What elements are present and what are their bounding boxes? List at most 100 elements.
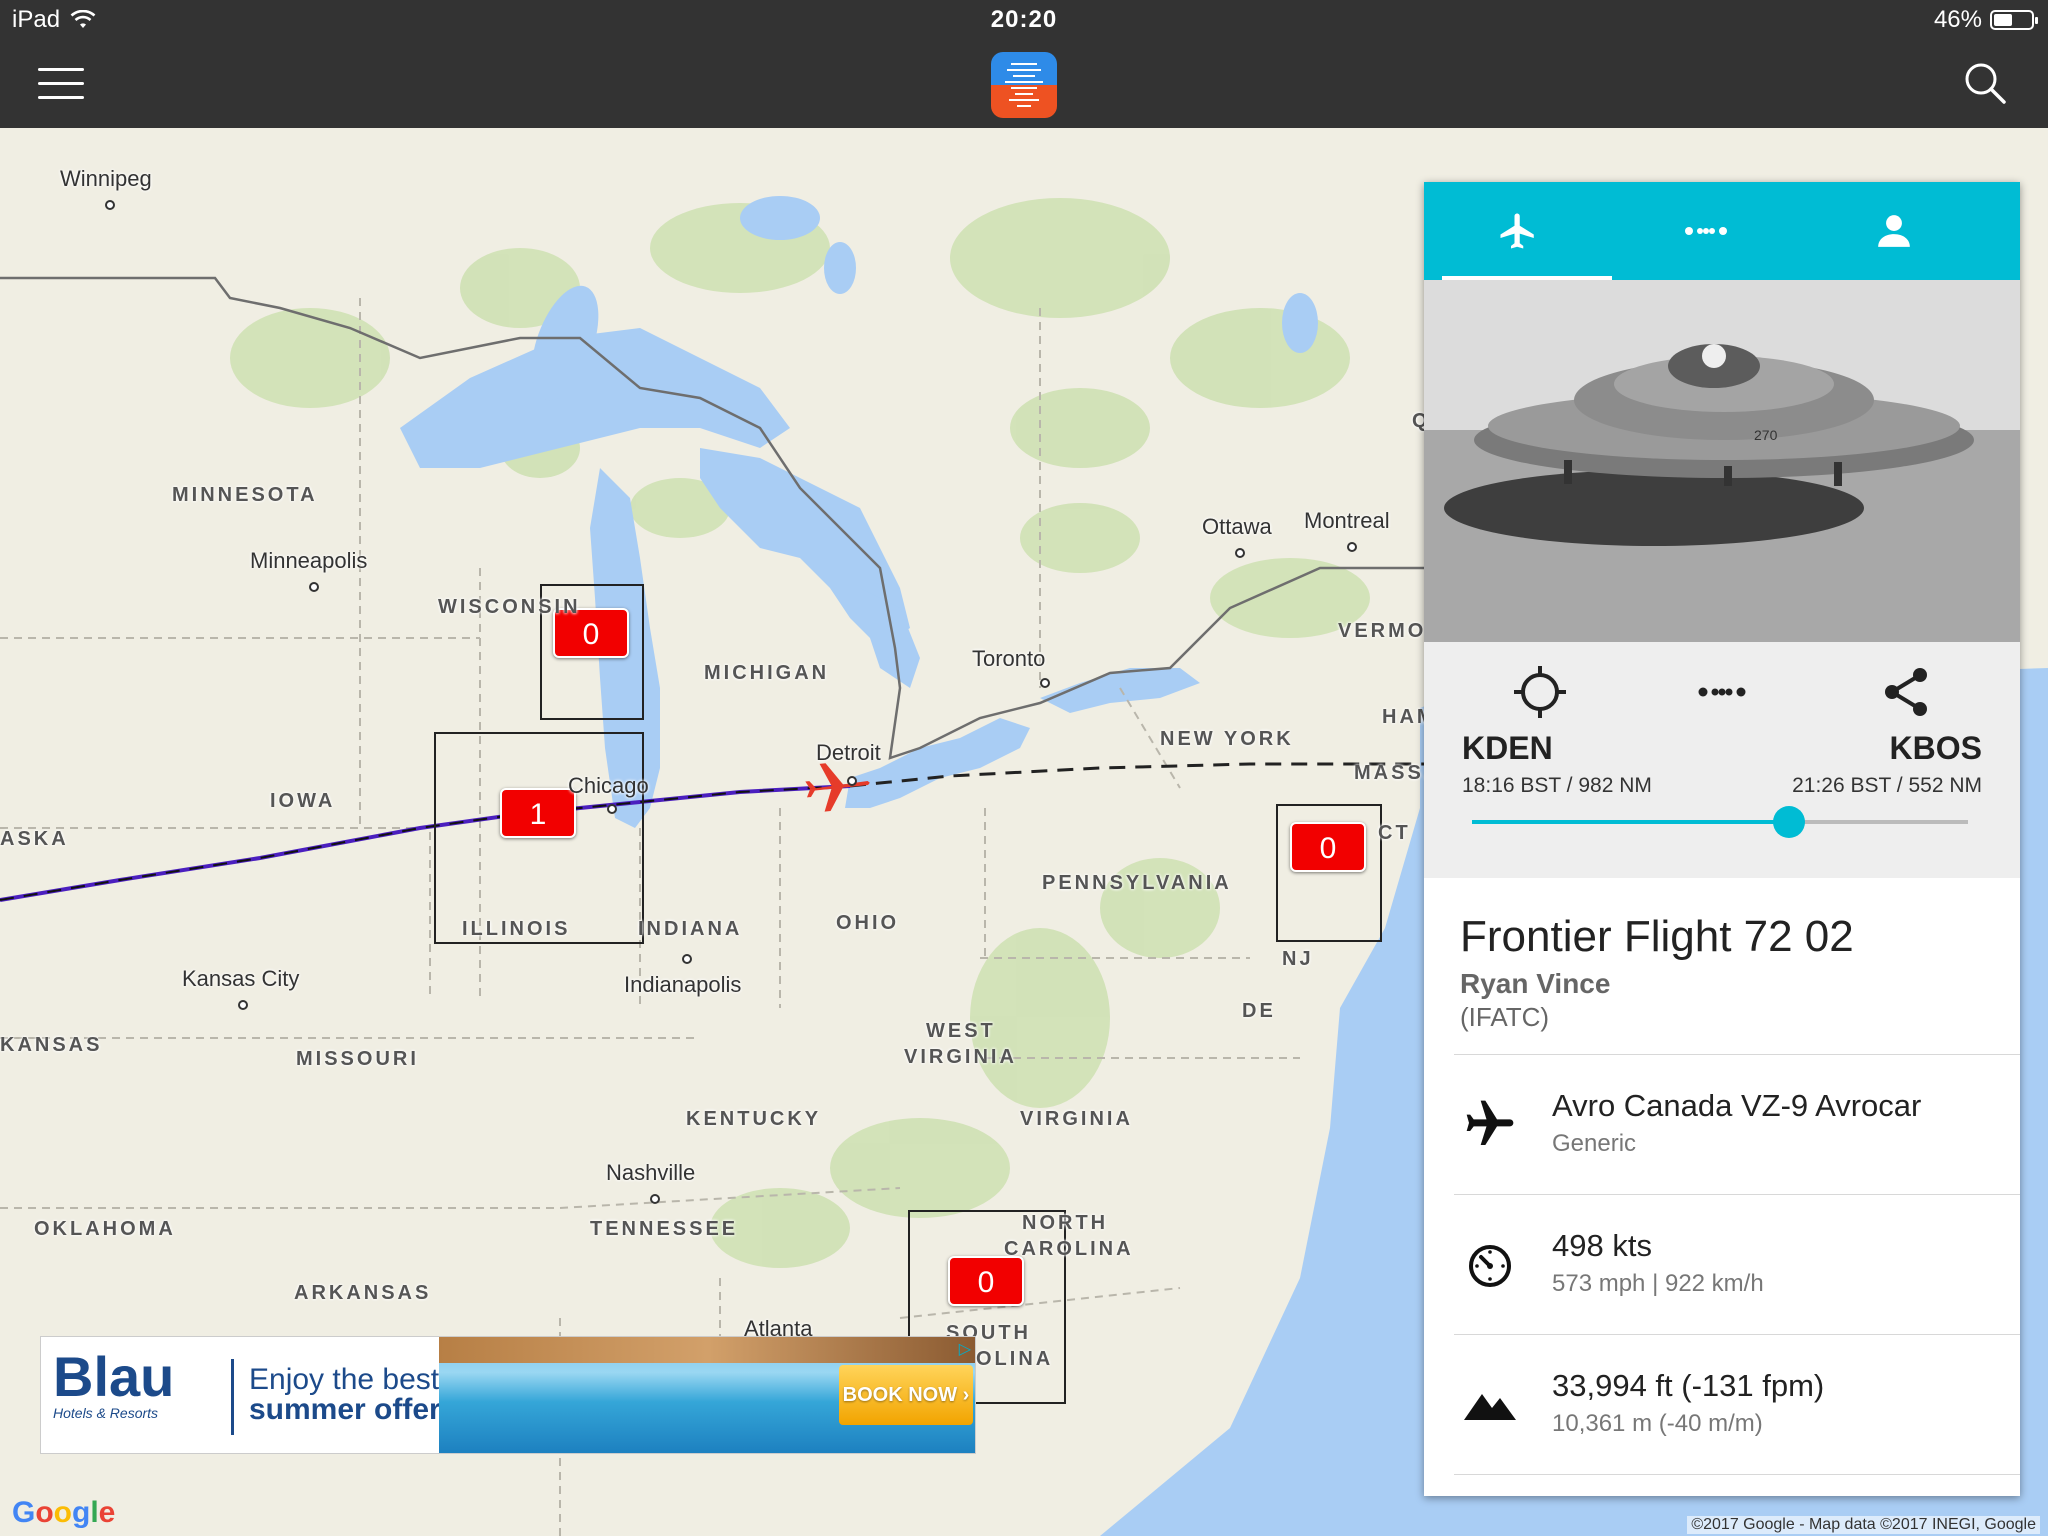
battery-icon: [1990, 10, 2038, 30]
city-marker: [105, 200, 115, 210]
svg-text:270: 270: [1754, 427, 1778, 443]
state-label: WISCONSIN: [438, 596, 581, 618]
ad-brand-name: Blau: [53, 1345, 175, 1408]
state-label: INDIANA: [638, 918, 743, 940]
destination-info: 21:26 BST / 552 NM: [1792, 774, 1982, 797]
city-label: Nashville: [606, 1160, 696, 1185]
origin-info: 18:16 BST / 982 NM: [1462, 774, 1652, 797]
region-count-badge[interactable]: 0: [1290, 822, 1366, 872]
state-label: IOWA: [270, 790, 336, 812]
state-label: VIRGINIA: [1020, 1108, 1133, 1130]
ad-banner[interactable]: Blau Hotels & Resorts Enjoy the best sum…: [40, 1336, 976, 1454]
city-label: Toronto: [972, 646, 1046, 671]
ad-separator: [231, 1359, 234, 1435]
divider: [1454, 1194, 2020, 1195]
city-label: Ottawa: [1202, 514, 1272, 539]
ad-tagline: Enjoy the best summer offers!: [249, 1365, 467, 1425]
region-count-badge[interactable]: 0: [948, 1256, 1024, 1306]
city-marker: [1235, 548, 1245, 558]
city-label: Kansas City: [182, 966, 300, 991]
flight-progress-track: [1472, 806, 1968, 838]
state-label: PENNSYLVANIA: [1042, 872, 1232, 894]
flight-detail-panel: 270 KDEN 18:16 BST / 982 NM KBOS 21:26 B…: [1424, 182, 2020, 1496]
destination-code: KBOS: [1889, 730, 1982, 766]
locate-button[interactable]: [1510, 662, 1570, 722]
speed-row-icon: [1460, 1234, 1520, 1294]
state-label: ASKA: [0, 828, 69, 850]
crosshair-icon: [1514, 666, 1566, 718]
speed-alt-units: 573 mph | 922 km/h: [1552, 1270, 1764, 1297]
altitude-m: 10,361 m (-40 m/m): [1552, 1410, 1763, 1437]
divider: [1454, 1054, 2020, 1055]
city-label: Montreal: [1304, 508, 1390, 533]
status-time: 20:20: [990, 6, 1058, 33]
pilot-name: Ryan Vince: [1460, 968, 1611, 999]
altitude-ft: 33,994 ft (-131 fpm): [1552, 1368, 1825, 1403]
route-icon: [1685, 227, 1727, 235]
speedometer-icon: [1469, 1245, 1511, 1287]
city-marker: [650, 1194, 660, 1204]
flight-name: Frontier Flight 72 02: [1460, 912, 1854, 961]
panel-tabs: [1424, 182, 2020, 280]
state-label: OLINA: [976, 1348, 1054, 1370]
region-count-badge[interactable]: 1: [500, 788, 576, 838]
app-bar: [0, 40, 2048, 128]
city-marker: [847, 776, 857, 786]
city-marker: [309, 582, 319, 592]
aircraft-row-icon: [1460, 1094, 1520, 1154]
ad-brand: Blau Hotels & Resorts: [53, 1345, 203, 1422]
city-marker: [1040, 678, 1050, 688]
route-icon: [1698, 687, 1746, 697]
tab-route[interactable]: [1612, 182, 1800, 280]
state-label: NORTH: [1022, 1212, 1109, 1234]
google-logo: Google: [12, 1496, 116, 1529]
aircraft-photo-image: 270: [1424, 280, 2020, 642]
aircraft-marker-icon[interactable]: [804, 758, 874, 814]
route-section: KDEN 18:16 BST / 982 NM KBOS 21:26 BST /…: [1424, 642, 2020, 878]
state-label: ILLINOIS: [462, 918, 571, 940]
state-label: CT: [1378, 822, 1411, 844]
ad-brand-sub: Hotels & Resorts: [53, 1405, 159, 1421]
state-label: OHIO: [836, 912, 900, 934]
aircraft-type: Avro Canada VZ-9 Avrocar: [1552, 1088, 1922, 1123]
flight-progress-thumb[interactable]: [1773, 806, 1806, 838]
ad-book-now-button[interactable]: BOOK NOW ›: [839, 1365, 973, 1425]
divider: [1454, 1334, 2020, 1335]
app-root: iPad 20:20 46% 0 1 0 0 Winnipeg Minneapo…: [0, 0, 2048, 1536]
state-label: CAROLINA: [1004, 1238, 1134, 1260]
share-button[interactable]: [1876, 662, 1936, 722]
adchoices-icon[interactable]: ▷: [959, 1339, 971, 1359]
state-label: DE: [1242, 1000, 1276, 1022]
city-label: Winnipeg: [60, 166, 152, 191]
city-marker: [238, 1000, 248, 1010]
aircraft-photo: 270: [1424, 280, 2020, 642]
tab-flight[interactable]: [1424, 182, 1612, 280]
state-label: NEW YORK: [1160, 728, 1294, 750]
aircraft-livery: Generic: [1552, 1130, 1637, 1157]
share-icon: [1885, 668, 1927, 716]
search-icon[interactable]: [1962, 60, 2008, 106]
menu-button[interactable]: [38, 68, 84, 100]
tab-pilot[interactable]: [1800, 182, 1988, 280]
state-label: ARKANSAS: [294, 1282, 432, 1304]
airplane-icon: [1500, 213, 1534, 249]
map-copyright: ©2017 Google - Map data ©2017 INEGI, Goo…: [1687, 1516, 2040, 1534]
route-view-button[interactable]: [1692, 662, 1752, 722]
city-label: Minneapolis: [250, 548, 368, 573]
person-icon: [1878, 215, 1910, 247]
state-label: WEST: [926, 1020, 996, 1042]
state-label: VERMO: [1338, 620, 1427, 642]
state-label: OKLAHOMA: [34, 1218, 176, 1240]
server-name: (IFATC): [1460, 1002, 1550, 1032]
flight-app-logo[interactable]: [991, 52, 1057, 118]
city-label: Chicago: [568, 773, 649, 798]
state-label: KENTUCKY: [686, 1108, 822, 1130]
altitude-row-icon: [1460, 1374, 1520, 1434]
state-label: TENNESSEE: [590, 1218, 739, 1240]
state-label: MINNESOTA: [172, 484, 318, 506]
status-right: 46%: [1934, 6, 2038, 34]
state-label: VIRGINIA: [904, 1046, 1017, 1068]
divider: [1454, 1474, 2020, 1475]
mountain-icon: [1464, 1394, 1516, 1420]
state-label: NJ: [1282, 948, 1314, 970]
